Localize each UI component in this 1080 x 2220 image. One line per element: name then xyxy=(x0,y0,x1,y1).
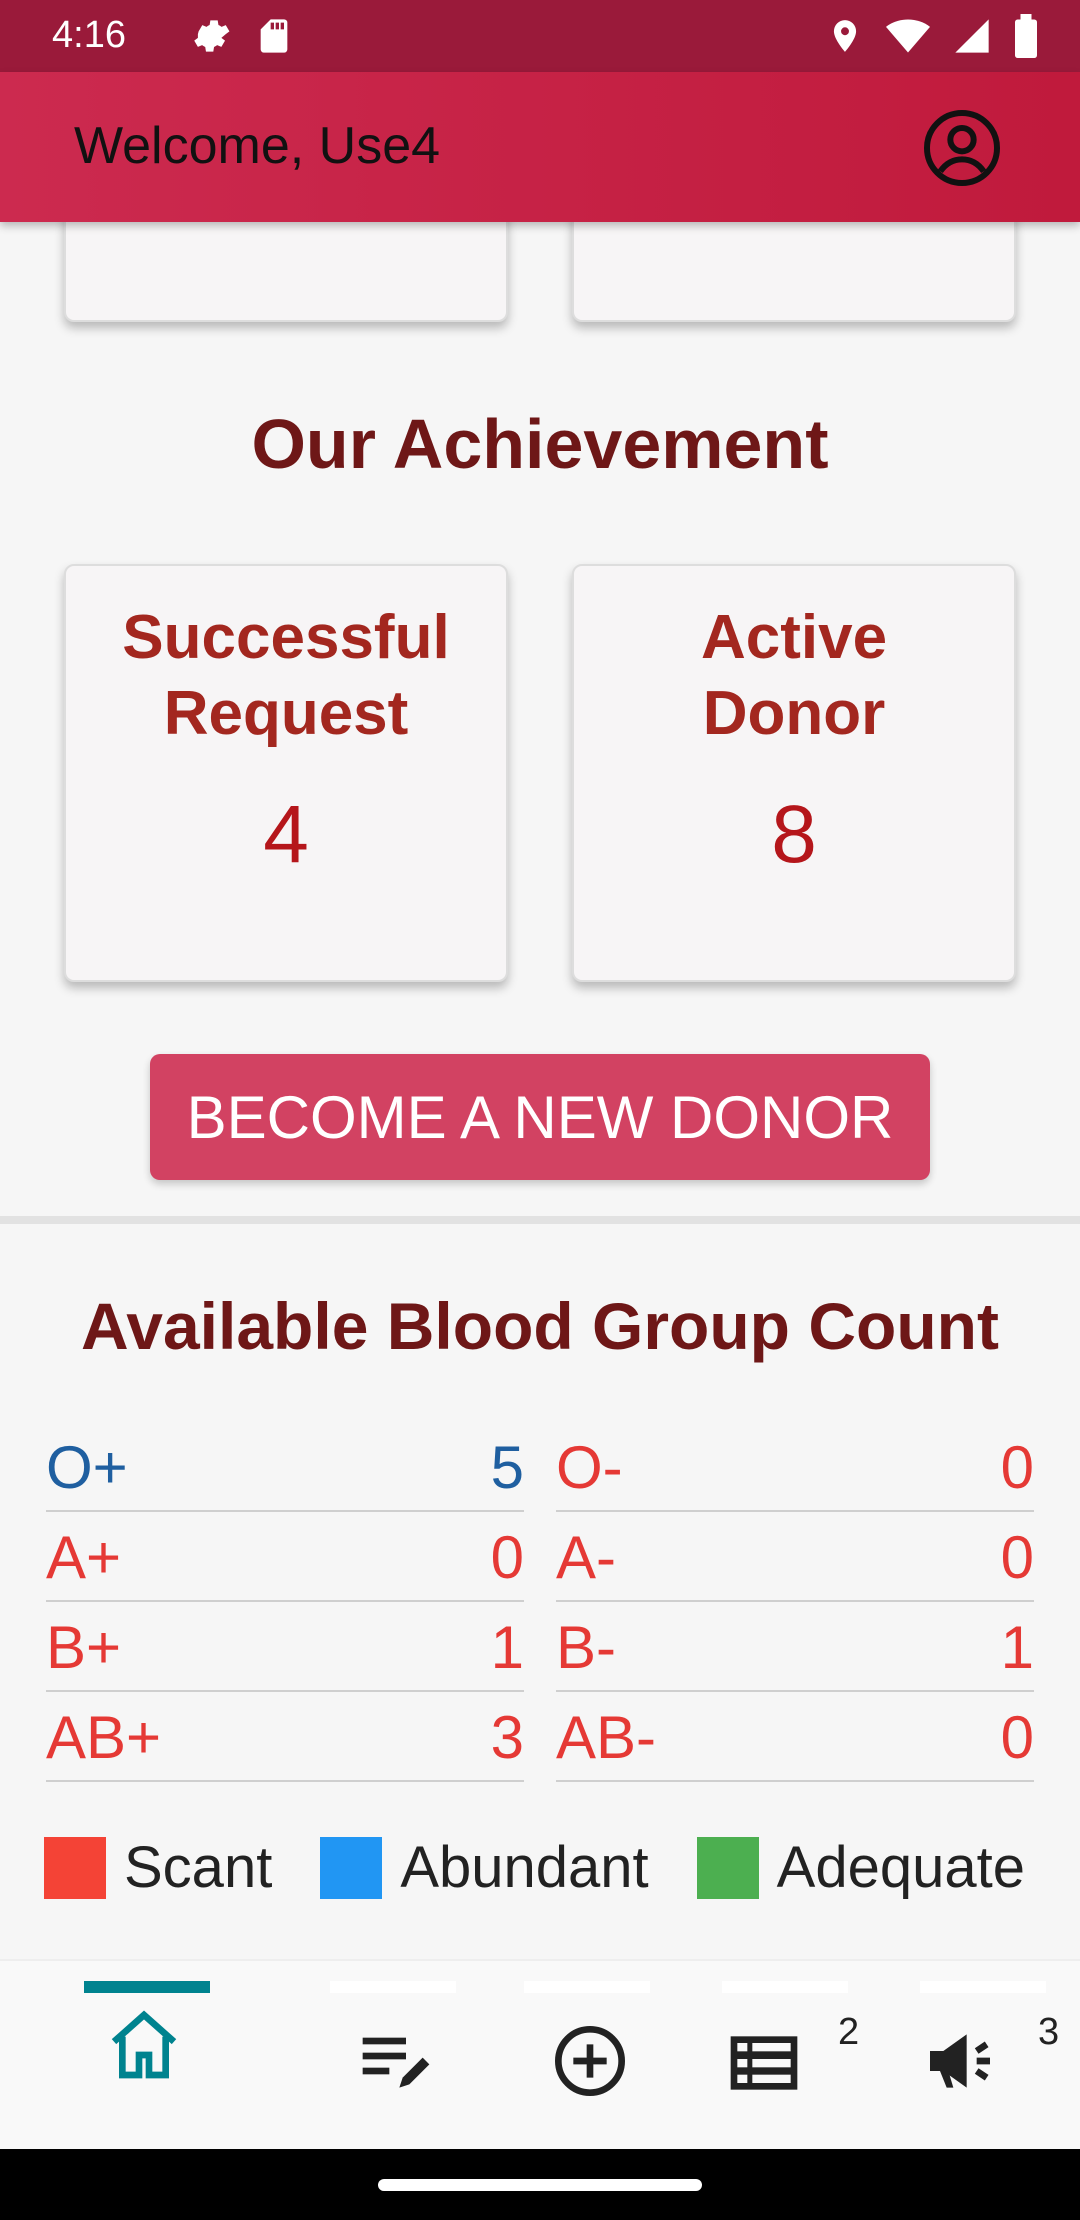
home-gesture-handle[interactable] xyxy=(378,2179,702,2191)
legend-label: Abundant xyxy=(400,1835,649,1900)
legend-scant: Scant xyxy=(44,1834,272,1901)
active-indicator xyxy=(84,1981,210,1993)
battery-icon xyxy=(1015,14,1037,58)
successful-request-value: 4 xyxy=(263,789,309,880)
sd-card-icon xyxy=(260,19,288,53)
successful-request-card: Successful Request 4 xyxy=(64,564,508,982)
wifi-icon xyxy=(886,19,930,53)
blood-row-o-pos: O+ 5 xyxy=(46,1422,524,1512)
status-right-icons xyxy=(826,14,1040,58)
nav-requests[interactable] xyxy=(310,1961,470,2151)
account-circle-icon[interactable] xyxy=(922,108,1002,188)
active-donor-value: 8 xyxy=(771,789,817,880)
blood-group-count: 0 xyxy=(490,1524,524,1591)
legend-swatch xyxy=(320,1836,383,1899)
active-donor-label-2: Donor xyxy=(702,679,886,748)
megaphone-icon xyxy=(930,2034,990,2088)
status-time: 4:16 xyxy=(52,14,126,56)
active-donor-label-1: Active xyxy=(700,603,888,672)
blood-group-count: 1 xyxy=(1000,1614,1034,1681)
section-divider xyxy=(0,1216,1080,1224)
successful-request-label-2: Request xyxy=(163,679,409,748)
nav-add[interactable] xyxy=(508,1961,668,2151)
successful-request-label-1: Successful xyxy=(122,603,450,672)
location-icon xyxy=(833,20,857,52)
signal-icon xyxy=(955,19,989,53)
list-badge: 2 xyxy=(838,2011,860,2053)
active-donor-card: Active Donor 8 xyxy=(572,564,1016,982)
stock-legend: Scant Abundant Adequate xyxy=(44,1834,1025,1901)
become-donor-button[interactable]: BECOME A NEW DONOR xyxy=(150,1054,930,1180)
blood-group-label: B- xyxy=(556,1614,616,1681)
tab-indicator xyxy=(330,1981,456,1993)
nav-announcements[interactable]: 3 xyxy=(900,1961,1060,2151)
blood-group-label: A- xyxy=(556,1524,616,1591)
home-content[interactable]: 6 2 Our Achievement Successful Request 4… xyxy=(0,222,1080,1959)
list-icon xyxy=(730,2036,798,2090)
add-circle-icon xyxy=(555,2026,625,2096)
blood-row-a-pos: A+ 0 xyxy=(46,1512,524,1602)
edit-list-icon xyxy=(362,2037,430,2088)
app-bar: Welcome, Use4 xyxy=(0,72,1080,222)
legend-swatch xyxy=(696,1836,759,1899)
stat-card-top-right: 2 xyxy=(572,222,1016,322)
welcome-title: Welcome, Use4 xyxy=(74,117,441,175)
blood-group-label: A+ xyxy=(46,1524,122,1591)
blood-group-count: 0 xyxy=(1000,1434,1034,1501)
bottom-navigation: 2 3 xyxy=(0,1959,1080,2149)
blood-row-ab-pos: AB+ 3 xyxy=(46,1692,524,1782)
blood-row-b-neg: B- 1 xyxy=(556,1602,1034,1692)
nav-home[interactable] xyxy=(62,1961,222,2151)
home-icon xyxy=(111,2010,177,2079)
announcements-badge: 3 xyxy=(1038,2011,1060,2053)
tab-indicator xyxy=(920,1981,1046,1993)
blood-group-label: AB- xyxy=(556,1704,657,1771)
tab-indicator xyxy=(722,1981,848,1993)
blood-group-count: 3 xyxy=(490,1704,524,1771)
blood-group-count: 0 xyxy=(1000,1704,1034,1771)
blood-group-count: 1 xyxy=(490,1614,524,1681)
blood-group-label: B+ xyxy=(46,1614,122,1681)
status-bar: 4:16 xyxy=(0,0,1080,72)
blood-group-count: 5 xyxy=(490,1434,524,1501)
achievement-title: Our Achievement xyxy=(251,405,829,483)
legend-swatch xyxy=(44,1836,106,1899)
gesture-bar xyxy=(0,2149,1080,2220)
blood-row-b-pos: B+ 1 xyxy=(46,1602,524,1692)
blood-group-label: O- xyxy=(556,1434,623,1501)
blood-group-count: 0 xyxy=(1000,1524,1034,1591)
tab-indicator xyxy=(524,1981,650,1993)
legend-abundant: Abundant xyxy=(320,1834,649,1901)
legend-label: Adequate xyxy=(776,1835,1026,1900)
legend-adequate: Adequate xyxy=(696,1834,1026,1901)
settings-gear-icon xyxy=(194,20,230,52)
blood-row-o-neg: O- 0 xyxy=(556,1422,1034,1512)
status-left-icons xyxy=(188,14,294,58)
legend-label: Scant xyxy=(124,1835,273,1900)
blood-group-title: Available Blood Group Count xyxy=(81,1289,999,1363)
blood-group-label: O+ xyxy=(46,1434,128,1501)
blood-row-a-neg: A- 0 xyxy=(556,1512,1034,1602)
nav-list[interactable]: 2 xyxy=(704,1961,864,2151)
blood-row-ab-neg: AB- 0 xyxy=(556,1692,1034,1782)
blood-group-label: AB+ xyxy=(46,1704,162,1771)
stat-card-top-left: 6 xyxy=(64,222,508,322)
